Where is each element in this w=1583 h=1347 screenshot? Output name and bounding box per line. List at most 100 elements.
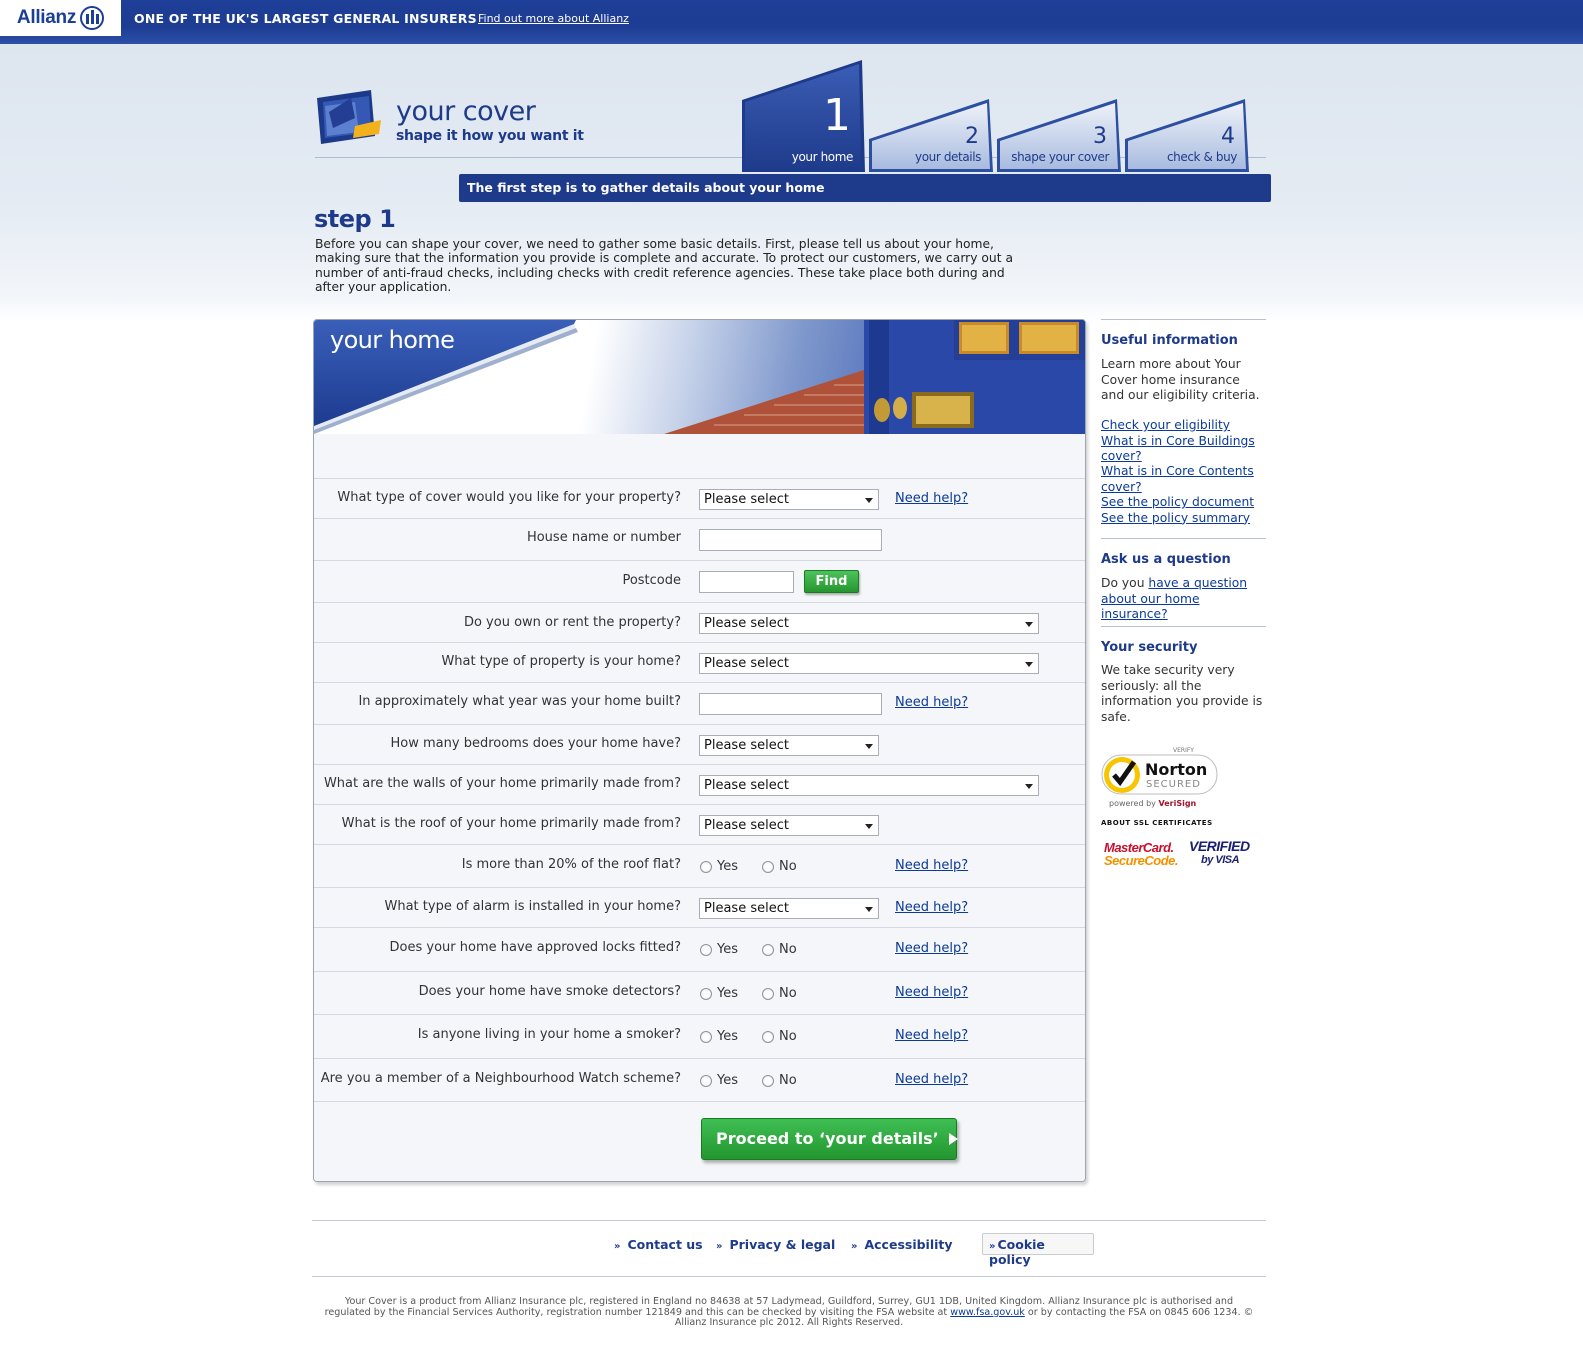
row-cover-type: What type of cover would you like for yo…: [314, 479, 1085, 519]
radio-icon: [700, 1074, 712, 1087]
core-buildings-link[interactable]: What is in Core Buildings cover?: [1101, 434, 1266, 465]
radio-icon: [762, 1074, 774, 1087]
ssl-certificates-link[interactable]: ABOUT SSL CERTIFICATES: [1101, 819, 1213, 827]
watch-no-radio[interactable]: No: [762, 1073, 797, 1088]
tab-label: shape your cover: [1011, 150, 1109, 164]
row-neighbourhood-watch: Are you a member of a Neighbourhood Watc…: [314, 1059, 1085, 1102]
radio-label: Yes: [717, 942, 738, 957]
form-spacer: [314, 434, 1085, 479]
radio-icon: [762, 1030, 774, 1043]
smoke-no-radio[interactable]: No: [762, 986, 797, 1001]
help-link[interactable]: Need help?: [895, 858, 968, 873]
fsa-link[interactable]: www.fsa.gov.uk: [950, 1307, 1025, 1318]
walls-select[interactable]: Please select: [699, 775, 1039, 796]
by-visa-text: by VISA: [1201, 854, 1240, 866]
row-locks: Does your home have approved locks fitte…: [314, 928, 1085, 972]
question-label: How many bedrooms does your home have?: [390, 736, 681, 751]
brand-subtitle: shape it how you want it: [396, 128, 584, 144]
your-cover-logo-icon: [315, 88, 383, 148]
step-intro-text: Before you can shape your cover, we need…: [315, 237, 1013, 294]
your-home-banner: your home: [314, 320, 1085, 434]
norton-secured: SECURED: [1146, 779, 1201, 790]
useful-info-heading: Useful information: [1101, 333, 1238, 348]
row-house-name: House name or number: [314, 519, 1085, 561]
radio-icon: [700, 987, 712, 1000]
question-label: What is the roof of your home primarily …: [341, 816, 681, 831]
question-label: Is more than 20% of the roof flat?: [461, 857, 681, 872]
smoker-yes-radio[interactable]: Yes: [700, 1029, 738, 1044]
help-link[interactable]: Need help?: [895, 941, 968, 956]
cover-type-select[interactable]: Please select: [699, 489, 879, 510]
cookie-policy-button[interactable]: Cookie policy: [982, 1233, 1094, 1267]
tab-your-details[interactable]: 2 your details: [869, 99, 993, 172]
help-link[interactable]: Need help?: [895, 1028, 968, 1043]
privacy-legal-link[interactable]: Privacy & legal: [716, 1237, 835, 1252]
row-smoke-detectors: Does your home have smoke detectors? Yes…: [314, 972, 1085, 1015]
help-link[interactable]: Need help?: [895, 491, 968, 506]
securecode-text: SecureCode.: [1104, 853, 1178, 868]
question-label: What are the walls of your home primaril…: [323, 776, 681, 791]
allianz-eagle-icon: [80, 6, 105, 30]
help-link[interactable]: Need help?: [895, 1072, 968, 1087]
question-label: What type of property is your home?: [441, 654, 681, 669]
divider: [1101, 319, 1266, 320]
postcode-input[interactable]: [699, 571, 794, 593]
verisign: VeriSign: [1158, 799, 1196, 808]
policy-summary-link[interactable]: See the policy summary: [1101, 511, 1266, 526]
property-type-select[interactable]: Please select: [699, 653, 1039, 674]
tab-shape-your-cover[interactable]: 3 shape your cover: [997, 99, 1121, 172]
radio-label: Yes: [717, 1073, 738, 1088]
footer-divider: [312, 1276, 1266, 1277]
bedrooms-select[interactable]: Please select: [699, 735, 879, 756]
footer-divider: [312, 1220, 1266, 1221]
smoker-no-radio[interactable]: No: [762, 1029, 797, 1044]
question-label: Do you own or rent the property?: [463, 615, 681, 630]
alarm-select[interactable]: Please select: [699, 898, 879, 919]
watch-yes-radio[interactable]: Yes: [700, 1073, 738, 1088]
question-label: Does your home have approved locks fitte…: [389, 940, 681, 955]
norton-powered: powered by VeriSign: [1109, 799, 1197, 808]
question-label: What type of alarm is installed in your …: [384, 899, 682, 914]
contact-us-link[interactable]: Contact us: [614, 1237, 702, 1252]
locks-no-radio[interactable]: No: [762, 942, 797, 957]
core-contents-link[interactable]: What is in Core Contents cover?: [1101, 464, 1266, 495]
locks-yes-radio[interactable]: Yes: [700, 942, 738, 957]
radio-label: Yes: [717, 986, 738, 1001]
row-postcode: Postcode Find: [314, 561, 1085, 603]
verified-text: VERIFIED: [1189, 838, 1250, 854]
row-year-built: In approximately what year was your home…: [314, 683, 1085, 725]
help-link[interactable]: Need help?: [895, 985, 968, 1000]
row-alarm: What type of alarm is installed in your …: [314, 888, 1085, 928]
row-property-type: What type of property is your home? Plea…: [314, 643, 1085, 683]
radio-label: No: [779, 859, 797, 874]
eligibility-link[interactable]: Check your eligibility: [1101, 418, 1266, 433]
roof-select[interactable]: Please select: [699, 815, 879, 836]
ask-question-text: Do you have a question about our home in…: [1101, 576, 1266, 623]
row-walls: What are the walls of your home primaril…: [314, 765, 1085, 805]
help-link[interactable]: Need help?: [895, 900, 968, 915]
tab-your-home[interactable]: 1 your home: [742, 60, 865, 172]
accessibility-link[interactable]: Accessibility: [851, 1237, 952, 1252]
page-title: step 1: [314, 205, 396, 233]
help-link[interactable]: Need help?: [895, 695, 968, 710]
about-allianz-link[interactable]: Find out more about Allianz: [478, 12, 629, 25]
norton-secured-badge[interactable]: VERIFY Norton SECURED powered by VeriSig…: [1101, 745, 1221, 809]
tab-check-and-buy[interactable]: 4 check & buy: [1125, 99, 1249, 172]
radio-icon: [762, 943, 774, 956]
own-rent-select[interactable]: Please select: [699, 613, 1039, 634]
allianz-logo[interactable]: Allianz: [0, 0, 121, 36]
radio-label: Yes: [717, 859, 738, 874]
smoke-yes-radio[interactable]: Yes: [700, 986, 738, 1001]
policy-document-link[interactable]: See the policy document: [1101, 495, 1266, 510]
question-label: Is anyone living in your home a smoker?: [417, 1027, 681, 1042]
house-name-input[interactable]: [699, 529, 882, 551]
find-address-button[interactable]: Find: [804, 570, 859, 593]
question-label: Postcode: [622, 573, 681, 588]
roof-flat-yes-radio[interactable]: Yes: [700, 859, 738, 874]
proceed-button[interactable]: Proceed to ‘your details’: [701, 1118, 958, 1160]
security-text: We take security very seriously: all the…: [1101, 663, 1263, 725]
roof-flat-no-radio[interactable]: No: [762, 859, 797, 874]
legal-text: Your Cover is a product from Allianz Ins…: [322, 1296, 1256, 1329]
year-built-input[interactable]: [699, 693, 882, 715]
powered-by: powered by: [1109, 799, 1156, 808]
